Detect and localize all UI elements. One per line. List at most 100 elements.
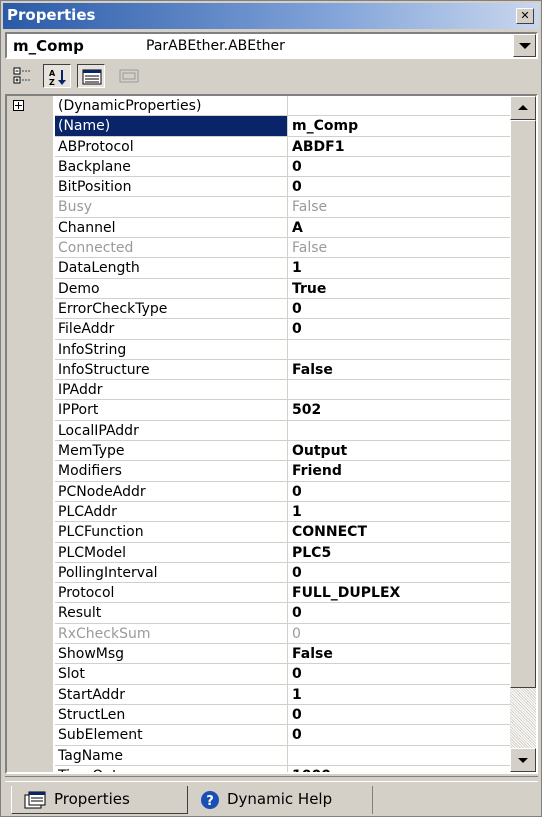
- property-row[interactable]: InfoString: [7, 339, 512, 360]
- property-name[interactable]: PLCFunction: [55, 522, 288, 543]
- property-row[interactable]: IPAddr: [7, 380, 512, 401]
- property-name[interactable]: Busy: [55, 197, 288, 218]
- tab-properties[interactable]: Properties: [11, 786, 188, 814]
- property-value[interactable]: 1: [288, 258, 512, 279]
- property-row[interactable]: SubElement 0: [7, 725, 512, 746]
- property-value[interactable]: 0: [288, 725, 512, 746]
- property-row[interactable]: PLCAddr 1: [7, 501, 512, 523]
- property-value[interactable]: 0: [288, 563, 512, 584]
- property-name[interactable]: IPAddr: [55, 380, 288, 401]
- property-value[interactable]: Friend: [288, 461, 512, 482]
- property-name[interactable]: (DynamicProperties): [55, 96, 288, 117]
- property-row[interactable]: (DynamicProperties): [7, 96, 512, 117]
- property-name[interactable]: (Name): [55, 116, 288, 137]
- property-name[interactable]: SubElement: [55, 725, 288, 746]
- property-row[interactable]: PCNodeAddr 0: [7, 481, 512, 502]
- property-name[interactable]: LocalIPAddr: [55, 420, 288, 442]
- property-value[interactable]: 502: [288, 400, 512, 421]
- property-row[interactable]: ErrorCheckType 0: [7, 298, 512, 320]
- property-row[interactable]: StructLen 0: [7, 704, 512, 726]
- property-value[interactable]: Output: [288, 441, 512, 462]
- property-row[interactable]: PLCFunction CONNECT: [7, 522, 512, 543]
- property-value[interactable]: m_Comp: [288, 116, 512, 137]
- property-value[interactable]: [288, 380, 512, 401]
- property-name[interactable]: BitPosition: [55, 177, 288, 198]
- property-value[interactable]: 0: [288, 299, 512, 320]
- property-value[interactable]: 1: [288, 685, 512, 705]
- property-value[interactable]: 0: [288, 705, 512, 726]
- property-value[interactable]: [288, 421, 512, 442]
- property-value[interactable]: PLC5: [288, 543, 512, 563]
- property-value[interactable]: [288, 96, 512, 117]
- property-name[interactable]: Connected: [55, 238, 288, 259]
- property-name[interactable]: StartAddr: [55, 684, 288, 705]
- property-row[interactable]: ABProtocol ABDF1: [7, 136, 512, 157]
- property-row[interactable]: Channel A: [7, 217, 512, 239]
- property-name[interactable]: IPPort: [55, 400, 288, 421]
- property-value[interactable]: FULL_DUPLEX: [288, 583, 512, 604]
- scroll-down-button[interactable]: [510, 748, 536, 772]
- property-value[interactable]: False: [288, 238, 512, 259]
- property-value[interactable]: 1000: [288, 766, 512, 772]
- property-value[interactable]: False: [288, 360, 512, 381]
- property-value[interactable]: 0: [288, 177, 512, 198]
- properties-view-button[interactable]: [77, 64, 105, 88]
- property-row[interactable]: Protocol FULL_DUPLEX: [7, 583, 512, 604]
- property-row[interactable]: ShowMsg False: [7, 644, 512, 665]
- property-name[interactable]: PLCAddr: [55, 501, 288, 523]
- property-row[interactable]: Demo True: [7, 278, 512, 299]
- property-name[interactable]: StructLen: [55, 704, 288, 726]
- property-row[interactable]: FileAddr 0: [7, 319, 512, 340]
- vertical-scrollbar[interactable]: [510, 96, 536, 772]
- property-value[interactable]: ABDF1: [288, 137, 512, 157]
- property-value[interactable]: 0: [288, 482, 512, 502]
- property-row[interactable]: RxCheckSum 0: [7, 623, 512, 645]
- property-value[interactable]: CONNECT: [288, 522, 512, 543]
- property-pages-button[interactable]: [115, 64, 143, 88]
- property-name[interactable]: TimeOut: [55, 765, 288, 772]
- property-name[interactable]: Modifiers: [55, 461, 288, 482]
- title-bar[interactable]: Properties ✕: [3, 3, 539, 29]
- tab-dynamic-help[interactable]: ? Dynamic Help: [193, 786, 373, 814]
- property-name[interactable]: Channel: [55, 217, 288, 239]
- property-row[interactable]: StartAddr 1: [7, 684, 512, 705]
- property-value[interactable]: [288, 340, 512, 360]
- property-value[interactable]: 0: [288, 664, 512, 685]
- property-value[interactable]: True: [288, 279, 512, 299]
- property-row[interactable]: IPPort 502: [7, 400, 512, 421]
- property-name[interactable]: Backplane: [55, 156, 288, 178]
- property-name[interactable]: PLCModel: [55, 542, 288, 563]
- property-name[interactable]: InfoString: [55, 339, 288, 360]
- property-value[interactable]: False: [288, 197, 512, 218]
- property-name[interactable]: FileAddr: [55, 319, 288, 340]
- property-name[interactable]: ABProtocol: [55, 136, 288, 157]
- property-row[interactable]: MemType Output: [7, 441, 512, 462]
- property-value[interactable]: A: [288, 218, 512, 239]
- splitter[interactable]: [5, 776, 538, 782]
- property-row[interactable]: TimeOut1000: [7, 765, 512, 772]
- property-row[interactable]: BitPosition 0: [7, 177, 512, 198]
- property-name[interactable]: DataLength: [55, 258, 288, 279]
- property-name[interactable]: RxCheckSum: [55, 623, 288, 645]
- property-row[interactable]: PollingInterval 0: [7, 562, 512, 584]
- property-name[interactable]: Demo: [55, 278, 288, 299]
- property-row[interactable]: Modifiers Friend: [7, 461, 512, 482]
- property-name[interactable]: MemType: [55, 441, 288, 462]
- property-row[interactable]: Backplane 0: [7, 156, 512, 178]
- categorized-button[interactable]: [9, 64, 37, 88]
- property-name[interactable]: ShowMsg: [55, 644, 288, 665]
- property-name[interactable]: ErrorCheckType: [55, 298, 288, 320]
- property-row[interactable]: InfoStructure False: [7, 359, 512, 381]
- property-value[interactable]: 0: [288, 157, 512, 178]
- property-row[interactable]: Slot 0: [7, 664, 512, 685]
- property-value[interactable]: 1: [288, 502, 512, 523]
- property-name[interactable]: PollingInterval: [55, 562, 288, 584]
- property-row[interactable]: PLCModel PLC5: [7, 542, 512, 563]
- property-name[interactable]: Slot: [55, 664, 288, 685]
- property-row[interactable]: Busy False: [7, 197, 512, 218]
- property-name[interactable]: Protocol: [55, 583, 288, 604]
- property-row[interactable]: LocalIPAddr: [7, 420, 512, 442]
- property-value[interactable]: 0: [288, 624, 512, 645]
- property-name[interactable]: TagName: [55, 745, 288, 766]
- property-name[interactable]: PCNodeAddr: [55, 481, 288, 502]
